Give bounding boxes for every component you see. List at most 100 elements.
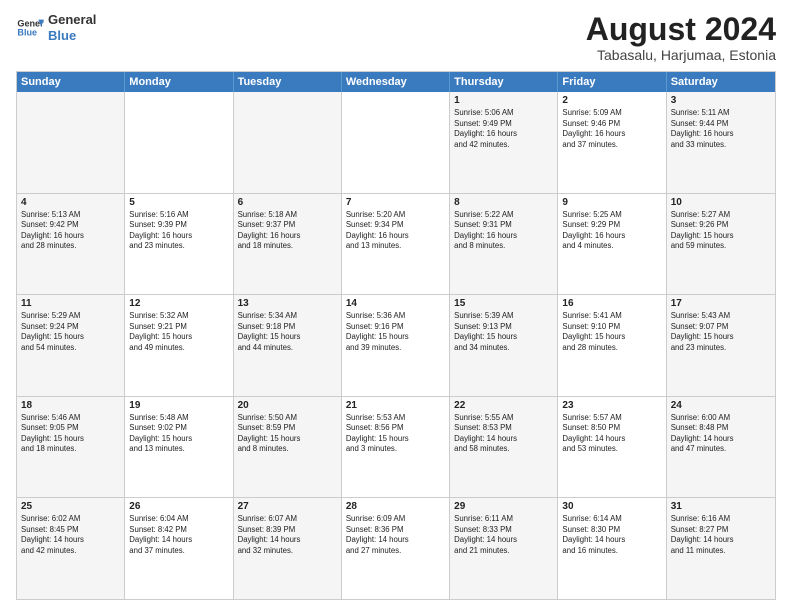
calendar-cell: 3 Sunrise: 5:11 AM Sunset: 9:44 PM Daylig… [667,92,775,193]
day-number: 13 [238,298,337,309]
page: General Blue General Blue August 2024 Ta… [0,0,792,612]
day-detail: Sunrise: 5:48 AM Sunset: 9:02 PM Dayligh… [129,413,228,455]
day-number: 23 [562,400,661,411]
day-number: 21 [346,400,445,411]
calendar-cell: 2Sunrise: 5:09 AM Sunset: 9:46 PM Daylig… [558,92,666,193]
calendar-cell: 24 Sunrise: 6:00 AM Sunset: 8:48 PM Dayli… [667,397,775,498]
calendar-cell [234,92,342,193]
day-number: 26 [129,501,228,512]
calendar-cell: 16 Sunrise: 5:41 AM Sunset: 9:10 PM Dayli… [558,295,666,396]
day-number: 1 [454,95,553,106]
calendar-cell [17,92,125,193]
calendar-cell: 25 Sunrise: 6:02 AM Sunset: 8:45 PM Dayli… [17,498,125,599]
day-number: 15 [454,298,553,309]
calendar-row: 25 Sunrise: 6:02 AM Sunset: 8:45 PM Dayli… [17,498,775,599]
day-number: 28 [346,501,445,512]
day-detail: Sunrise: 5:41 AM Sunset: 9:10 PM Dayligh… [562,311,661,353]
day-number: 25 [21,501,120,512]
calendar: SundayMondayTuesdayWednesdayThursdayFrid… [16,71,776,600]
calendar-cell: 27 Sunrise: 6:07 AM Sunset: 8:39 PM Dayli… [234,498,342,599]
day-detail: Sunrise: 5:18 AM Sunset: 9:37 PM Dayligh… [238,210,337,252]
day-detail: Sunrise: 5:16 AM Sunset: 9:39 PM Dayligh… [129,210,228,252]
calendar-cell: 20 Sunrise: 5:50 AM Sunset: 8:59 PM Dayli… [234,397,342,498]
day-detail: Sunrise: 5:50 AM Sunset: 8:59 PM Dayligh… [238,413,337,455]
calendar-row: 1 Sunrise: 5:06 AM Sunset: 9:49 PM Daylig… [17,92,775,194]
day-number: 14 [346,298,445,309]
day-number: 16 [562,298,661,309]
calendar-cell: 7Sunrise: 5:20 AM Sunset: 9:34 PM Daylig… [342,194,450,295]
day-detail: Sunrise: 6:00 AM Sunset: 8:48 PM Dayligh… [671,413,771,455]
day-number: 10 [671,197,771,208]
day-detail: Sunrise: 5:55 AM Sunset: 8:53 PM Dayligh… [454,413,553,455]
weekday-header: Friday [558,72,666,92]
day-number: 3 [671,95,771,106]
day-number: 22 [454,400,553,411]
calendar-cell [125,92,233,193]
day-number: 19 [129,400,228,411]
month-title: August 2024 [586,12,776,47]
calendar-cell: 21 Sunrise: 5:53 AM Sunset: 8:56 PM Dayli… [342,397,450,498]
weekday-header: Wednesday [342,72,450,92]
calendar-row: 4 Sunrise: 5:13 AM Sunset: 9:42 PM Daylig… [17,194,775,296]
weekday-header: Monday [125,72,233,92]
calendar-cell: 5 Sunrise: 5:16 AM Sunset: 9:39 PM Daylig… [125,194,233,295]
calendar-cell: 29Sunrise: 6:11 AM Sunset: 8:33 PM Dayli… [450,498,558,599]
day-number: 6 [238,197,337,208]
day-number: 27 [238,501,337,512]
day-detail: Sunrise: 6:04 AM Sunset: 8:42 PM Dayligh… [129,514,228,556]
day-detail: Sunrise: 5:53 AM Sunset: 8:56 PM Dayligh… [346,413,445,455]
calendar-cell: 14 Sunrise: 5:36 AM Sunset: 9:16 PM Dayli… [342,295,450,396]
calendar-cell: 22 Sunrise: 5:55 AM Sunset: 8:53 PM Dayli… [450,397,558,498]
logo-icon: General Blue [16,14,44,42]
calendar-row: 11 Sunrise: 5:29 AM Sunset: 9:24 PM Dayli… [17,295,775,397]
day-number: 9 [562,197,661,208]
header: General Blue General Blue August 2024 Ta… [16,12,776,63]
weekday-header: Sunday [17,72,125,92]
calendar-cell: 13Sunrise: 5:34 AM Sunset: 9:18 PM Dayli… [234,295,342,396]
day-detail: Sunrise: 5:43 AM Sunset: 9:07 PM Dayligh… [671,311,771,353]
day-number: 4 [21,197,120,208]
day-number: 8 [454,197,553,208]
calendar-cell: 15 Sunrise: 5:39 AM Sunset: 9:13 PM Dayli… [450,295,558,396]
svg-text:Blue: Blue [17,27,37,37]
day-number: 17 [671,298,771,309]
day-number: 20 [238,400,337,411]
calendar-row: 18 Sunrise: 5:46 AM Sunset: 9:05 PM Dayli… [17,397,775,499]
day-detail: Sunrise: 5:13 AM Sunset: 9:42 PM Dayligh… [21,210,120,252]
calendar-cell: 12 Sunrise: 5:32 AM Sunset: 9:21 PM Dayli… [125,295,233,396]
day-detail: Sunrise: 5:36 AM Sunset: 9:16 PM Dayligh… [346,311,445,353]
calendar-cell: 28 Sunrise: 6:09 AM Sunset: 8:36 PM Dayli… [342,498,450,599]
day-detail: Sunrise: 6:02 AM Sunset: 8:45 PM Dayligh… [21,514,120,556]
day-detail: Sunrise: 6:16 AM Sunset: 8:27 PM Dayligh… [671,514,771,556]
logo-text-line2: Blue [48,28,96,44]
day-detail: Sunrise: 5:11 AM Sunset: 9:44 PM Dayligh… [671,108,771,150]
day-detail: Sunrise: 5:29 AM Sunset: 9:24 PM Dayligh… [21,311,120,353]
day-detail: Sunrise: 6:14 AM Sunset: 8:30 PM Dayligh… [562,514,661,556]
logo: General Blue General Blue [16,12,96,43]
day-number: 5 [129,197,228,208]
day-detail: Sunrise: 6:09 AM Sunset: 8:36 PM Dayligh… [346,514,445,556]
day-detail: Sunrise: 6:07 AM Sunset: 8:39 PM Dayligh… [238,514,337,556]
day-detail: Sunrise: 5:25 AM Sunset: 9:29 PM Dayligh… [562,210,661,252]
day-number: 12 [129,298,228,309]
calendar-cell: 18 Sunrise: 5:46 AM Sunset: 9:05 PM Dayli… [17,397,125,498]
calendar-cell: 8Sunrise: 5:22 AM Sunset: 9:31 PM Daylig… [450,194,558,295]
calendar-cell: 31Sunrise: 6:16 AM Sunset: 8:27 PM Dayli… [667,498,775,599]
day-detail: Sunrise: 5:06 AM Sunset: 9:49 PM Dayligh… [454,108,553,150]
weekday-header: Saturday [667,72,775,92]
day-number: 11 [21,298,120,309]
calendar-cell: 4 Sunrise: 5:13 AM Sunset: 9:42 PM Daylig… [17,194,125,295]
calendar-cell: 11 Sunrise: 5:29 AM Sunset: 9:24 PM Dayli… [17,295,125,396]
calendar-cell: 9 Sunrise: 5:25 AM Sunset: 9:29 PM Daylig… [558,194,666,295]
weekday-header: Thursday [450,72,558,92]
day-detail: Sunrise: 5:39 AM Sunset: 9:13 PM Dayligh… [454,311,553,353]
title-area: August 2024 Tabasalu, Harjumaa, Estonia [586,12,776,63]
day-detail: Sunrise: 5:46 AM Sunset: 9:05 PM Dayligh… [21,413,120,455]
day-number: 24 [671,400,771,411]
day-detail: Sunrise: 5:32 AM Sunset: 9:21 PM Dayligh… [129,311,228,353]
day-detail: Sunrise: 6:11 AM Sunset: 8:33 PM Dayligh… [454,514,553,556]
day-number: 18 [21,400,120,411]
calendar-cell: 19 Sunrise: 5:48 AM Sunset: 9:02 PM Dayli… [125,397,233,498]
calendar-header: SundayMondayTuesdayWednesdayThursdayFrid… [17,72,775,92]
calendar-cell: 1 Sunrise: 5:06 AM Sunset: 9:49 PM Daylig… [450,92,558,193]
